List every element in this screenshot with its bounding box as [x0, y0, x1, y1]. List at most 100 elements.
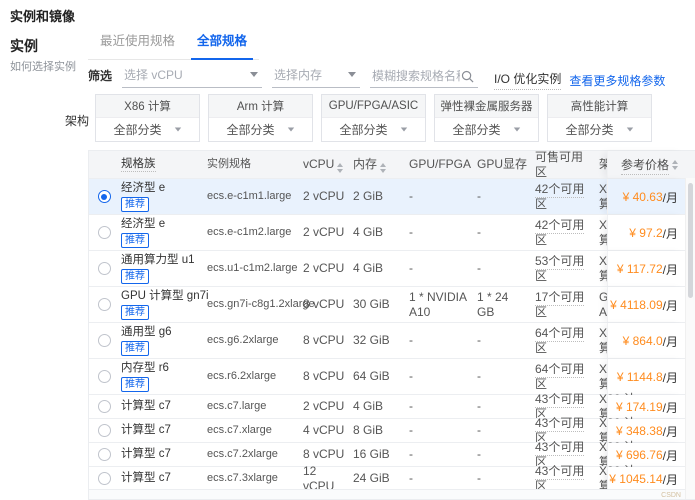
architecture-option-tab[interactable]: 高性能计算 [548, 95, 651, 118]
architecture-option-label: 高性能计算 [571, 98, 629, 114]
table-row[interactable]: 计算型 c7 ecs.c7.large 2 vCPU 4 GiB - - 43个… [89, 394, 695, 418]
family-cell: 内存型 r6 推荐 [119, 361, 203, 392]
header-gpu-memory: GPU显存 [473, 157, 533, 172]
architecture-label: 架构 [65, 112, 89, 129]
row-select-radio[interactable] [98, 226, 111, 239]
family-cell: 通用算力型 u1 推荐 [119, 253, 203, 284]
vcpu-select[interactable]: 选择 vCPU [122, 66, 262, 88]
io-optimized-label[interactable]: I/O 优化实例 [494, 70, 561, 90]
row-select-radio[interactable] [98, 472, 111, 485]
zones-value[interactable]: 53个可用区 [535, 254, 584, 284]
architecture-option-tab[interactable]: X86 计算 [96, 95, 199, 118]
header-price-sort[interactable]: 参考价格 [607, 151, 685, 179]
table-row[interactable]: 计算型 c7 ecs.c7.2xlarge 8 vCPU 16 GiB - - … [89, 442, 695, 466]
family-cell: GPU 计算型 gn7i 推荐 [119, 289, 203, 320]
zones-value[interactable]: 42个可用区 [535, 218, 584, 248]
architecture-category-select[interactable]: 全部分类 [209, 118, 312, 141]
table-row[interactable]: 经济型 e 推荐 ecs.e-c1m1.large 2 vCPU 2 GiB -… [89, 178, 695, 214]
row-select-radio[interactable] [98, 424, 111, 437]
page-title: 实例和镜像 [10, 6, 75, 25]
search-icon[interactable] [461, 70, 474, 83]
zones-value[interactable]: 64个可用区 [535, 326, 584, 356]
row-select-radio[interactable] [98, 262, 111, 275]
family-name: 通用型 g6 [121, 325, 201, 339]
chevron-down-icon [626, 128, 632, 132]
architecture-option: 高性能计算 全部分类 [547, 94, 652, 142]
architecture-category-select[interactable]: 全部分类 [96, 118, 199, 141]
table-row[interactable]: GPU 计算型 gn7i 推荐 ecs.gn7i-c8g1.2xlarge 8 … [89, 286, 695, 322]
architecture-option-label: 弹性裸金属服务器 [441, 98, 533, 114]
header-vcpu-sort[interactable]: vCPU [299, 157, 349, 173]
price-cell: ¥ 117.72 /月 [607, 251, 685, 287]
chevron-down-icon [513, 128, 519, 132]
table-row[interactable]: 计算型 c7 ecs.c7.3xlarge 12 vCPU 24 GiB - -… [89, 466, 695, 490]
memory-value: 24 GiB [349, 471, 405, 486]
vertical-scrollbar-thumb[interactable] [688, 183, 693, 298]
zones-value[interactable]: 17个可用区 [535, 290, 584, 320]
gpu-memory-value: - [473, 423, 533, 438]
memory-value: 16 GiB [349, 447, 405, 462]
vertical-scrollbar-track[interactable] [685, 178, 695, 499]
architecture-option: X86 计算 全部分类 [95, 94, 200, 142]
architecture-option-tab[interactable]: 弹性裸金属服务器 [435, 95, 538, 118]
architecture-option-tab[interactable]: Arm 计算 [209, 95, 312, 118]
category-placeholder: 全部分类 [113, 121, 161, 138]
gpu-value: - [405, 369, 473, 384]
chevron-down-icon [174, 128, 180, 132]
spec-name: ecs.e-c1m2.large [203, 226, 299, 240]
architecture-option: GPU/FPGA/ASIC 全部分类 [321, 94, 426, 142]
table-row[interactable]: 内存型 r6 推荐 ecs.r6.2xlarge 8 vCPU 64 GiB -… [89, 358, 695, 394]
tab-all-specs[interactable]: 全部规格 [191, 30, 253, 60]
row-select-radio[interactable] [98, 298, 111, 311]
sort-icon[interactable] [672, 160, 678, 170]
category-placeholder: 全部分类 [339, 121, 387, 138]
price-value: ¥ 4118.09 [610, 298, 663, 312]
table-row[interactable]: 经济型 e 推荐 ecs.e-c1m2.large 2 vCPU 4 GiB -… [89, 214, 695, 250]
table-row[interactable]: 通用算力型 u1 推荐 ecs.u1-c1m2.large 2 vCPU 4 G… [89, 250, 695, 286]
recommend-badge: 推荐 [121, 305, 149, 320]
category-placeholder: 全部分类 [565, 121, 613, 138]
sort-icon[interactable] [337, 163, 343, 173]
row-select-radio[interactable] [98, 448, 111, 461]
filter-row: 筛选 选择 vCPU 选择内存 I/O 优化实例 查看更多规格参数 [88, 64, 665, 88]
zones-cell: 64个可用区 [533, 362, 595, 392]
chevron-down-icon [348, 72, 356, 77]
memory-value: 4 GiB [349, 399, 405, 414]
memory-value: 4 GiB [349, 261, 405, 276]
zones-value[interactable]: 64个可用区 [535, 362, 584, 392]
architecture-category-select[interactable]: 全部分类 [548, 118, 651, 141]
more-spec-params-link[interactable]: 查看更多规格参数 [569, 72, 665, 89]
sort-icon[interactable] [380, 163, 386, 173]
memory-select[interactable]: 选择内存 [272, 66, 360, 88]
price-cell: ¥ 40.63 /月 [607, 179, 685, 215]
row-select-radio[interactable] [98, 400, 111, 413]
table-row[interactable]: 计算型 c7 ecs.c7.xlarge 4 vCPU 8 GiB - - 43… [89, 418, 695, 442]
price-cell: ¥ 97.2 /月 [607, 215, 685, 251]
recommend-badge: 推荐 [121, 341, 149, 356]
row-select-radio[interactable] [98, 190, 111, 203]
price-unit: /月 [663, 297, 678, 314]
tab-recent-specs[interactable]: 最近使用规格 [94, 30, 181, 59]
zones-value[interactable]: 42个可用区 [535, 182, 584, 212]
architecture-category-select[interactable]: 全部分类 [322, 118, 425, 141]
price-value: ¥ 40.63 [623, 190, 663, 204]
row-select-radio[interactable] [98, 370, 111, 383]
table-row[interactable]: 通用型 g6 推荐 ecs.g6.2xlarge 8 vCPU 32 GiB -… [89, 322, 695, 358]
architecture-category-select[interactable]: 全部分类 [435, 118, 538, 141]
spec-name: ecs.g6.2xlarge [203, 334, 299, 348]
zones-cell: 42个可用区 [533, 182, 595, 212]
gpu-value: - [405, 399, 473, 414]
spec-search-input[interactable] [372, 69, 460, 83]
family-name: GPU 计算型 gn7i [121, 289, 201, 303]
header-memory-sort[interactable]: 内存 [349, 157, 405, 173]
row-select-radio[interactable] [98, 334, 111, 347]
vcpu-value: 8 vCPU [299, 333, 349, 348]
how-to-choose-instance-link[interactable]: 如何选择实例 [10, 58, 76, 74]
gpu-memory-value: - [473, 261, 533, 276]
vcpu-value: 8 vCPU [299, 369, 349, 384]
architecture-option-tab[interactable]: GPU/FPGA/ASIC [322, 95, 425, 118]
table-body: 经济型 e 推荐 ecs.e-c1m1.large 2 vCPU 2 GiB -… [89, 178, 695, 490]
recommend-badge: 推荐 [121, 377, 149, 392]
architecture-selector: X86 计算 全部分类 Arm 计算 全部分类 GPU/FPGA/ASIC 全部… [95, 94, 652, 142]
category-placeholder: 全部分类 [226, 121, 274, 138]
